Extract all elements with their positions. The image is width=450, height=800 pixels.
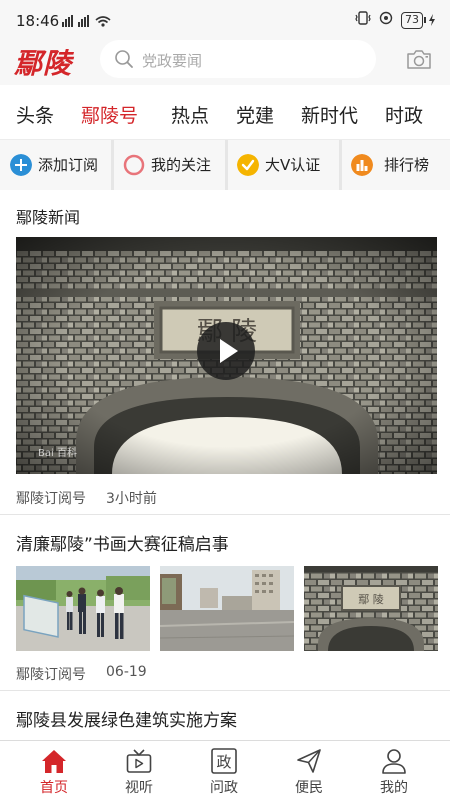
article1-time: 06-19 xyxy=(106,664,147,680)
search-placeholder: 党政要闻 xyxy=(142,52,203,70)
tab-xinshidai[interactable]: 新时代 xyxy=(301,101,358,128)
status-bar: 18:46 73 xyxy=(0,0,450,40)
people-photo xyxy=(16,566,150,651)
tab-toutiao[interactable]: 头条 xyxy=(16,101,54,128)
action-row: 添加订阅 我的关注 大V认证 排行榜 xyxy=(0,140,450,190)
status-right: 73 xyxy=(355,11,436,29)
add-subscription-button[interactable]: 添加订阅 xyxy=(0,140,111,190)
zheng-glyph: 政 xyxy=(216,753,231,771)
app-header: 鄢陵 党政要闻 xyxy=(0,40,450,85)
send-icon xyxy=(297,749,321,773)
tab-redian[interactable]: 热点 xyxy=(171,101,209,128)
article2-title[interactable]: 鄢陵县发展绿色建筑实施方案 xyxy=(16,706,237,731)
battery-icon: 73 xyxy=(401,11,436,29)
ranking-button[interactable]: 排行榜 xyxy=(342,140,450,190)
home-icon xyxy=(42,750,66,773)
ranking-label: 排行榜 xyxy=(384,156,430,174)
article1-thumb-2[interactable] xyxy=(160,566,294,651)
nav-home-label: 首页 xyxy=(40,780,68,796)
nav-audiovisual[interactable]: 视听 xyxy=(104,741,174,800)
article1-source: 鄢陵订阅号 xyxy=(16,667,86,683)
zheng-icon: 政 xyxy=(211,748,237,774)
camera-icon[interactable] xyxy=(406,48,432,70)
nav-inquiry[interactable]: 政 问政 xyxy=(189,741,259,800)
tab-dangjian[interactable]: 党建 xyxy=(236,101,274,128)
nav-home[interactable]: 首页 xyxy=(19,741,89,800)
battery-level: 73 xyxy=(401,11,423,29)
gate-photo: 鄢 陵 xyxy=(304,566,438,651)
bar-chart-icon xyxy=(351,154,373,176)
search-input[interactable]: 党政要闻 xyxy=(100,40,376,78)
video-time: 3小时前 xyxy=(106,491,157,507)
alarm-icon xyxy=(379,11,393,29)
nav-services-label: 便民 xyxy=(295,780,323,796)
tv-icon xyxy=(126,749,152,773)
tab-yanling-hao[interactable]: 鄢陵号 xyxy=(81,101,138,128)
nav-audiovisual-label: 视听 xyxy=(125,780,153,796)
nav-services[interactable]: 便民 xyxy=(274,741,344,800)
street-photo xyxy=(160,566,294,651)
video-watermark: Bai 百科 xyxy=(38,446,77,459)
tab-shizheng[interactable]: 时政 xyxy=(385,101,423,128)
user-icon xyxy=(382,749,406,774)
vibrate-icon xyxy=(355,11,371,29)
add-subscription-label: 添加订阅 xyxy=(38,156,99,174)
ring-icon xyxy=(123,154,145,176)
search-icon xyxy=(115,50,133,68)
gate-sign-text-small: 鄢 陵 xyxy=(358,593,384,606)
status-time: 18:46 xyxy=(16,12,60,30)
video-source: 鄢陵订阅号 xyxy=(16,491,86,507)
nav-mine-label: 我的 xyxy=(380,780,408,796)
article1-thumb-3[interactable]: 鄢 陵 xyxy=(304,566,438,651)
article1-title[interactable]: 清廉鄢陵”书画大赛征稿启事 xyxy=(16,530,229,555)
section-title: 鄢陵新闻 xyxy=(16,208,81,227)
nav-inquiry-label: 问政 xyxy=(210,780,238,796)
check-circle-icon xyxy=(237,154,259,176)
big-v-certification-button[interactable]: 大V认证 xyxy=(228,140,339,190)
article1-thumb-1[interactable] xyxy=(16,566,150,651)
plus-circle-icon xyxy=(10,154,32,176)
bottom-nav: 首页 视听 政 问政 便民 我的 xyxy=(0,740,450,800)
big-v-certification-label: 大V认证 xyxy=(265,156,321,174)
app-logo: 鄢陵 xyxy=(14,47,73,80)
play-icon xyxy=(220,339,238,363)
signal-icon xyxy=(62,14,112,31)
nav-mine[interactable]: 我的 xyxy=(359,741,429,800)
play-button[interactable] xyxy=(197,322,255,380)
my-follow-label: 我的关注 xyxy=(151,156,212,174)
category-tabs: 头条 鄢陵号 热点 党建 新时代 时政 xyxy=(0,85,450,140)
my-follow-button[interactable]: 我的关注 xyxy=(114,140,225,190)
